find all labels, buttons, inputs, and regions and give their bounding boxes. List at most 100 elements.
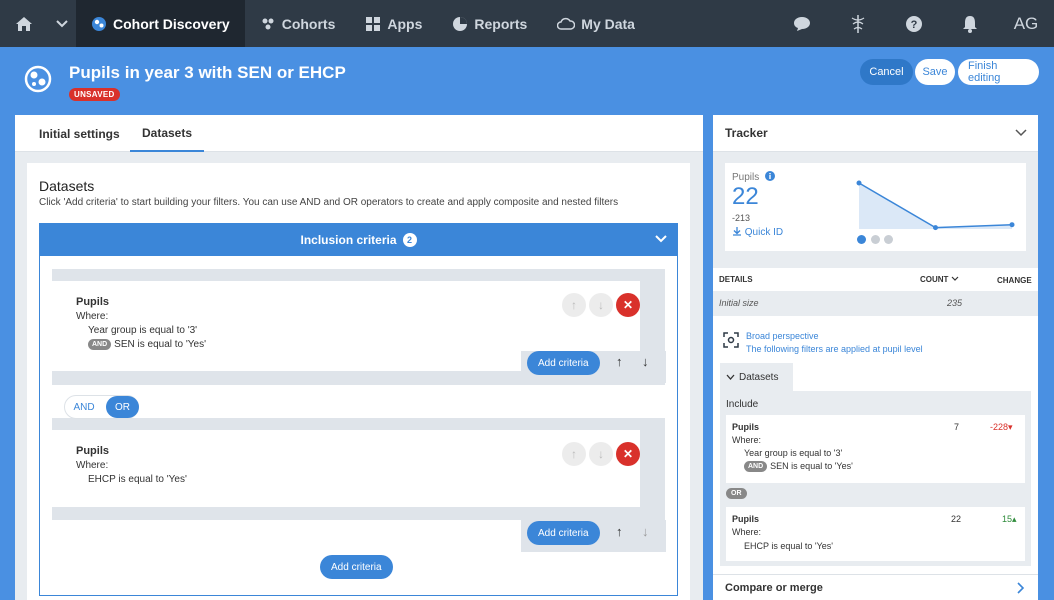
arrow-down-icon: ↓ — [598, 298, 604, 312]
chevron-down-icon — [1015, 129, 1027, 137]
tracker-datasets-label: Datasets — [739, 371, 779, 383]
nav-label: Reports — [474, 15, 528, 32]
tracker-header[interactable]: Tracker — [713, 115, 1038, 152]
details-header: DETAILS COUNT CHANGE — [713, 270, 1038, 290]
notifications-button[interactable] — [942, 0, 998, 47]
carousel-dot[interactable] — [871, 235, 880, 244]
nav-menu-toggle[interactable] — [48, 0, 76, 47]
move-down-button[interactable]: ↓ — [589, 442, 613, 466]
delete-criteria-button[interactable]: ✕ — [616, 442, 640, 466]
home-button[interactable] — [0, 0, 48, 47]
broad-perspective-subtitle: The following filters are applied at pup… — [746, 344, 923, 354]
nav-my-data[interactable]: My Data — [542, 0, 650, 47]
details-label: DETAILS — [719, 275, 753, 284]
move-up-button[interactable]: ↑ — [562, 442, 586, 466]
apps-grid-icon — [366, 16, 381, 31]
help-button[interactable]: ? — [886, 0, 942, 47]
chevron-down-icon — [655, 235, 667, 243]
inclusion-criteria-section: Inclusion criteria 2 Pupils Where: Year … — [39, 223, 678, 596]
arrow-down-icon[interactable]: ↓ — [642, 524, 649, 539]
nav-reports[interactable]: Reports — [437, 0, 542, 47]
datasets-card: Datasets Click 'Add criteria' to start b… — [27, 163, 690, 600]
tracker-criteria-change: 15▴ — [1002, 514, 1017, 525]
tracker-criteria-title: Pupils — [732, 514, 760, 524]
tracker-criteria-condition: EHCP is equal to 'Yes' — [744, 541, 833, 551]
add-criteria-button[interactable]: Add criteria — [527, 521, 600, 545]
info-icon[interactable] — [765, 171, 776, 181]
inclusion-criteria-header[interactable]: Inclusion criteria 2 — [40, 224, 677, 256]
and-operator-pill: AND — [88, 339, 112, 350]
broad-perspective-title[interactable]: Broad perspective — [746, 331, 819, 341]
quick-id-link[interactable]: Quick ID — [732, 226, 783, 238]
add-criteria-button[interactable]: Add criteria — [527, 351, 600, 375]
criteria-card: Pupils Where: EHCP is equal to 'Yes' ↑ ↓… — [52, 430, 640, 507]
arrow-down-icon[interactable]: ↓ — [642, 354, 649, 369]
tracker-datasets-body: Include Pupils 7 -228▾ Where: Year group… — [720, 391, 1031, 566]
user-avatar[interactable]: AG — [998, 14, 1054, 34]
compare-or-merge-row[interactable]: Compare or merge — [713, 574, 1038, 600]
editor-panel: Initial settings Datasets Datasets Click… — [15, 115, 703, 600]
help-icon: ? — [906, 15, 922, 32]
tracker-summary: Pupils 22 -213 Quick ID — [713, 152, 1038, 268]
tab-initial-settings[interactable]: Initial settings — [39, 115, 120, 152]
tracker-criteria-where: Where: — [732, 435, 762, 445]
arrow-up-icon[interactable]: ↑ — [616, 524, 623, 539]
chevron-down-icon — [951, 276, 959, 281]
tracker-criteria-condition-row: AND SEN is equal to 'Yes' — [744, 461, 853, 473]
datasets-title: Datasets — [39, 178, 95, 194]
datasets-help-text: Click 'Add criteria' to start building y… — [39, 197, 619, 208]
tracker-value: 22 — [732, 183, 759, 210]
operator-toggle: AND OR — [64, 395, 139, 419]
carousel-dot[interactable] — [884, 235, 893, 244]
and-operator-option[interactable]: AND — [65, 396, 103, 418]
nav-apps[interactable]: Apps — [350, 0, 437, 47]
caret-down-icon: ▾ — [1008, 422, 1013, 432]
count-sort-header[interactable]: COUNT — [920, 275, 959, 284]
add-criteria-button[interactable]: Add criteria — [320, 555, 393, 579]
tracker-card: Pupils 22 -213 Quick ID — [725, 163, 1026, 251]
chat-button[interactable] — [774, 0, 830, 47]
top-navigation: Cohort Discovery Cohorts Apps Reports My… — [0, 0, 1054, 47]
arrow-down-icon: ↓ — [598, 447, 604, 461]
criteria-count-badge: 2 — [402, 233, 417, 247]
finish-editing-button[interactable]: Finish editing — [958, 59, 1039, 85]
tracker-criteria-condition: Year group is equal to '3' — [744, 448, 843, 458]
move-down-button[interactable]: ↓ — [589, 293, 613, 317]
tab-bar: Initial settings Datasets — [15, 115, 703, 152]
nav-cohorts[interactable]: Cohorts — [245, 0, 351, 47]
chevron-down-icon — [726, 374, 735, 380]
tracker-criteria-title: Pupils — [732, 422, 760, 432]
metric-label: Pupils — [732, 172, 760, 183]
criteria-where: Where: — [76, 311, 109, 322]
tab-datasets[interactable]: Datasets — [130, 115, 204, 152]
initial-size-count: 235 — [947, 298, 963, 308]
cohort-discovery-icon — [92, 16, 106, 31]
download-icon — [733, 227, 741, 236]
tracker-criteria-card: Pupils 22 15▴ Where: EHCP is equal to 'Y… — [726, 507, 1025, 561]
tracker-datasets-tab[interactable]: Datasets — [720, 363, 793, 391]
sparkline-point — [1009, 222, 1015, 228]
tracker-criteria-where: Where: — [732, 527, 762, 537]
tracker-criteria-change: -228▾ — [990, 422, 1013, 433]
move-up-button[interactable]: ↑ — [562, 293, 586, 317]
tracker-metric-label: Pupils — [732, 171, 776, 183]
nav-cohort-discovery[interactable]: Cohort Discovery — [76, 0, 245, 47]
broad-perspective: Broad perspective The following filters … — [713, 322, 1038, 364]
arrow-up-icon[interactable]: ↑ — [616, 354, 623, 369]
and-operator-pill: AND — [744, 461, 768, 473]
delete-criteria-button[interactable]: ✕ — [616, 293, 640, 317]
or-operator-option[interactable]: OR — [106, 396, 139, 418]
health-button[interactable] — [830, 0, 886, 47]
carousel-dot-active[interactable] — [857, 235, 866, 244]
cancel-button[interactable]: Cancel — [860, 59, 913, 85]
sparkline-point — [856, 180, 862, 186]
home-icon — [16, 16, 32, 31]
svg-text:?: ? — [911, 19, 918, 31]
nav-right-tools: ? AG — [774, 0, 1054, 47]
tracker-criteria-condition: SEN is equal to 'Yes' — [770, 461, 853, 471]
nav-label: Apps — [387, 15, 423, 32]
criteria-where: Where: — [76, 460, 109, 471]
nav-label: Cohorts — [281, 15, 336, 32]
save-button[interactable]: Save — [915, 59, 955, 85]
change-value: 15 — [1002, 514, 1013, 524]
